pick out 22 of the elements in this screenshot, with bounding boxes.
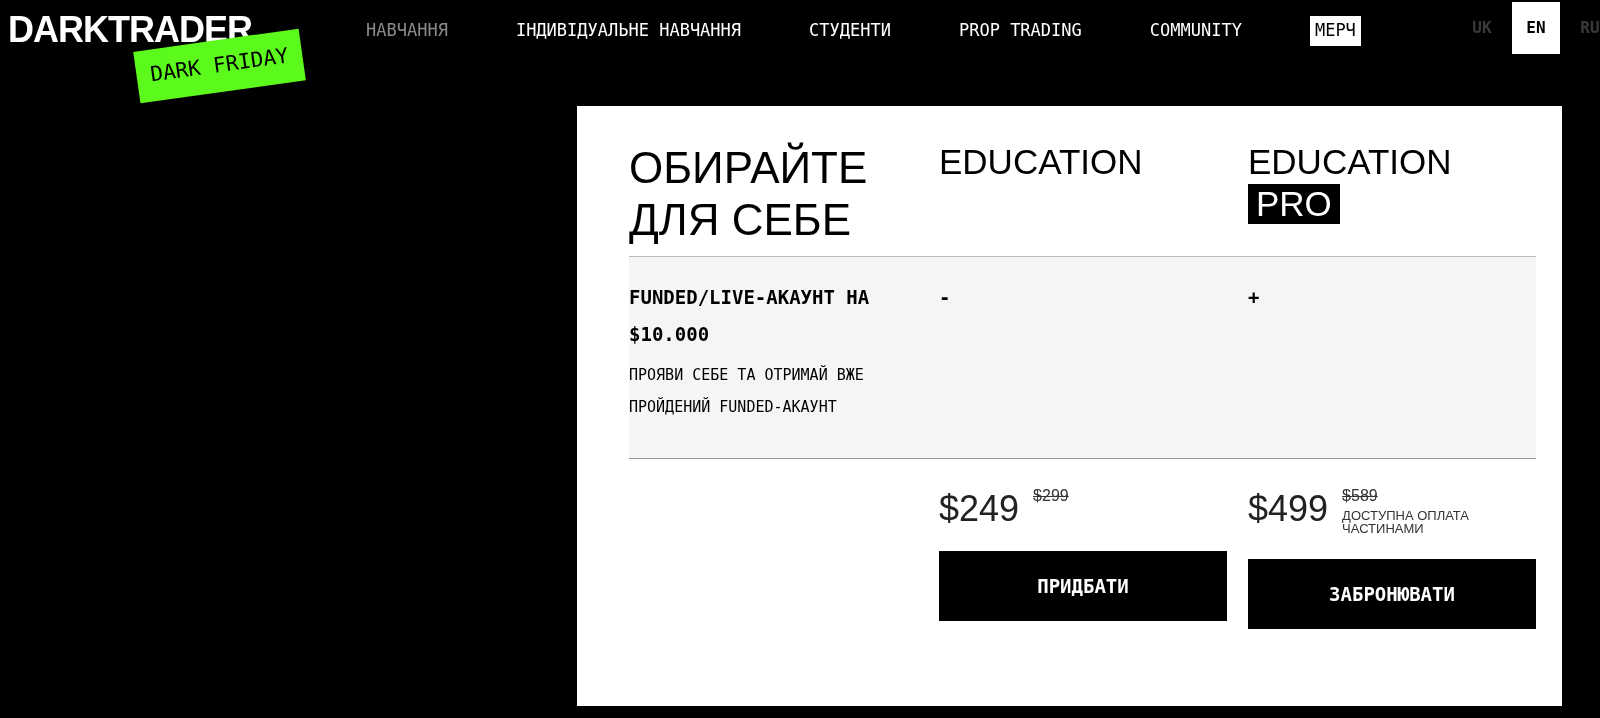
- feature-value: +: [1248, 285, 1261, 310]
- nav-link[interactable]: СТУДЕНТИ: [809, 18, 891, 44]
- buy-button[interactable]: ЗАБРОНЮВАТИ: [1248, 559, 1536, 629]
- plan-name: EDUCATION: [1248, 142, 1452, 182]
- old-price: $589: [1342, 487, 1378, 505]
- feature-title: FUNDED/LIVE-АКАУНТ НА $10.000: [629, 285, 871, 347]
- nav-link[interactable]: МЕРЧ: [1309, 16, 1361, 46]
- feature-value: -: [939, 285, 952, 310]
- plan-name: EDUCATION: [939, 142, 1143, 182]
- nav-link[interactable]: COMMUNITY: [1149, 18, 1242, 44]
- nav-link[interactable]: PROP TRADING: [958, 18, 1082, 44]
- nav-link[interactable]: НАВЧАННЯ: [366, 18, 448, 44]
- section-heading: ОБИРАЙТЕ ДЛЯ СЕБЕ: [629, 142, 869, 246]
- plan-badge: PRO: [1248, 184, 1340, 224]
- payment-note: ДОСТУПНА ОПЛАТА ЧАСТИНАМИ: [1342, 509, 1470, 535]
- old-price: $299: [1033, 487, 1069, 505]
- buy-button[interactable]: ПРИДБАТИ: [939, 551, 1227, 621]
- nav-link[interactable]: ІНДИВІДУАЛЬНЕ НАВЧАННЯ: [515, 18, 742, 44]
- price: $249: [939, 487, 1020, 531]
- feature-description: ПРОЯВИ СЕБЕ ТА ОТРИМАЙ ВЖЕ ПРОЙДЕНИЙ FUNDED-АКАУНТ: [629, 364, 865, 418]
- price: $499: [1248, 487, 1329, 531]
- language-option[interactable]: EN: [1512, 2, 1560, 54]
